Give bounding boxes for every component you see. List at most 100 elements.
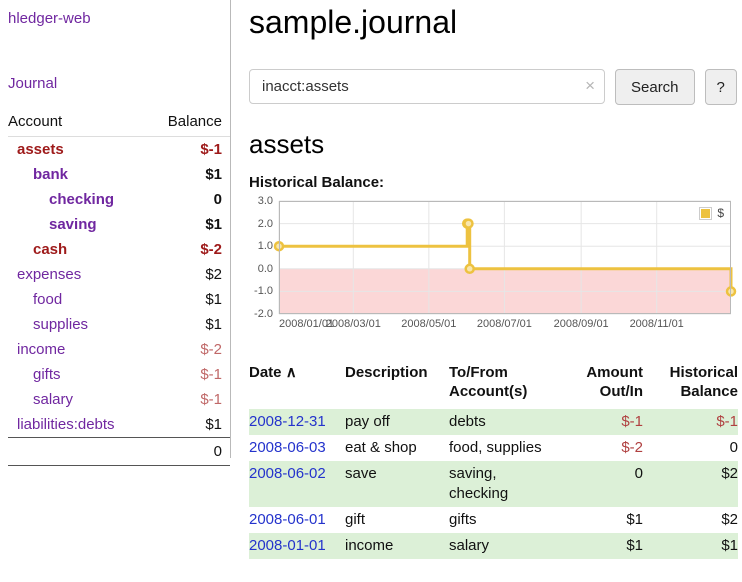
y-tick-label: -2.0 [254,308,273,320]
account-row: assets $-1 [8,137,230,163]
transaction-amount: $-1 [561,409,643,435]
transaction-amount: 0 [561,461,643,507]
transaction-balance: 0 [643,435,738,461]
account-link[interactable]: liabilities:debts [17,416,115,433]
transaction-date-link[interactable]: 2008-06-01 [249,511,326,528]
account-balance: 0 [148,187,230,212]
account-row: income $-2 [8,337,230,362]
accounts-header-balance: Balance [148,110,230,137]
account-balance: $-1 [148,387,230,412]
accounts-body: assets$-1bank$1checking0saving$1cash$-2e… [8,137,230,438]
data-point-marker [464,220,472,228]
account-link[interactable]: assets [17,141,64,158]
col-date-label: Date [249,364,282,381]
account-link[interactable]: cash [33,241,67,258]
x-tick-label: 2008/05/01 [401,318,456,330]
account-link[interactable]: bank [33,166,68,183]
account-link[interactable]: food [33,291,62,308]
transaction-description: pay off [345,409,449,435]
accounts-total-row: 0 [8,438,230,466]
app-title-link[interactable]: hledger-web [8,10,230,27]
transaction-row: 2008-06-01giftgifts$1$2 [249,507,738,533]
transaction-date-link[interactable]: 2008-12-31 [249,413,326,430]
account-row: gifts$-1 [8,362,230,387]
main-content: sample.journal × Search ? assets Histori… [231,0,742,582]
account-link[interactable]: supplies [33,316,88,333]
balance-chart-svg [279,201,731,314]
account-link[interactable]: expenses [17,266,81,283]
accounts-header-account: Account [8,110,148,137]
x-tick-label: 2008/11/01 [630,318,684,330]
legend-label: $ [717,206,724,220]
transaction-amount: $1 [561,507,643,533]
transaction-description: gift [345,507,449,533]
x-tick-label: 2008/07/01 [477,318,532,330]
transactions-table: Date ∧ Description To/From Account(s) Am… [249,361,738,559]
clear-search-icon[interactable]: × [585,76,595,96]
chart-y-axis: 3.02.01.00.0-1.0-2.0 [249,201,279,314]
account-balance: $-2 [148,237,230,262]
account-balance: $1 [148,412,230,438]
sidebar: hledger-web Journal Account Balance asse… [0,0,231,458]
transaction-balance: $2 [643,461,738,507]
account-link[interactable]: income [17,341,65,358]
y-tick-label: 0.0 [258,263,273,275]
transaction-row: 2008-06-03 eat & shopfood, supplies$-20 [249,435,738,461]
help-button[interactable]: ? [705,69,737,105]
transaction-accounts: food, supplies [449,435,561,461]
transaction-accounts: debts [449,409,561,435]
transaction-description: eat & shop [345,435,449,461]
page-title: sample.journal [249,4,738,41]
transaction-description: income [345,533,449,559]
accounts-table: Account Balance assets $-1 bank $1 checking 0… [8,110,230,466]
col-description: Description [345,361,449,409]
chart-title: Historical Balance: [249,174,738,191]
transaction-date-link[interactable]: 2008-01-01 [249,537,326,554]
transaction-accounts: salary [449,533,561,559]
accounts-header-row: Account Balance [8,110,230,137]
transaction-date-link[interactable]: 2008-06-02 [249,465,326,482]
chart-x-axis: 2008/01/012008/03/012008/05/012008/07/01… [279,318,731,332]
search-form: × Search ? [249,69,738,105]
account-balance: $-1 [148,137,230,163]
transaction-row: 2008-01-01incomesalary$1$1 [249,533,738,559]
transaction-amount: $1 [561,533,643,559]
account-row: liabilities:debts $1 [8,412,230,438]
transaction-amount: $-2 [561,435,643,461]
chart-plot-area: $ 2008/01/012008/03/012008/05/012008/07/… [279,201,731,314]
account-row: checking 0 [8,187,230,212]
y-tick-label: 2.0 [258,218,273,230]
account-link[interactable]: gifts [33,366,61,383]
account-heading: assets [249,129,738,160]
x-tick-label: 2008/09/01 [554,318,609,330]
transaction-description: save [345,461,449,507]
account-link[interactable]: salary [33,391,73,408]
account-link[interactable]: saving [49,216,97,233]
account-balance: $1 [148,212,230,237]
col-date-sort[interactable]: Date ∧ [249,361,345,409]
account-row: expenses $2 [8,262,230,287]
account-row: food $1 [8,287,230,312]
account-row: saving $1 [8,212,230,237]
account-row: salary $-1 [8,387,230,412]
transaction-balance: $-1 [643,409,738,435]
y-tick-label: 3.0 [258,195,273,207]
transaction-accounts: saving, checking [449,461,561,507]
account-balance: $-2 [148,337,230,362]
legend-swatch-icon [699,207,712,220]
col-accounts: To/From Account(s) [449,361,561,409]
search-input[interactable] [249,69,605,104]
account-link[interactable]: checking [49,191,114,208]
account-balance: $2 [148,262,230,287]
search-button[interactable]: Search [615,69,695,105]
account-row: bank $1 [8,162,230,187]
transaction-date-link[interactable]: 2008-06-03 [249,439,326,456]
transactions-header-row: Date ∧ Description To/From Account(s) Am… [249,361,738,409]
account-balance: $1 [148,287,230,312]
transaction-row: 2008-06-02 savesaving, checking0$2 [249,461,738,507]
account-balance: $1 [148,162,230,187]
transactions-body: 2008-12-31pay offdebts$-1$-12008-06-03ea… [249,409,738,559]
account-row: supplies$1 [8,312,230,337]
chart-legend: $ [695,204,728,222]
journal-nav-link[interactable]: Journal [8,75,230,92]
